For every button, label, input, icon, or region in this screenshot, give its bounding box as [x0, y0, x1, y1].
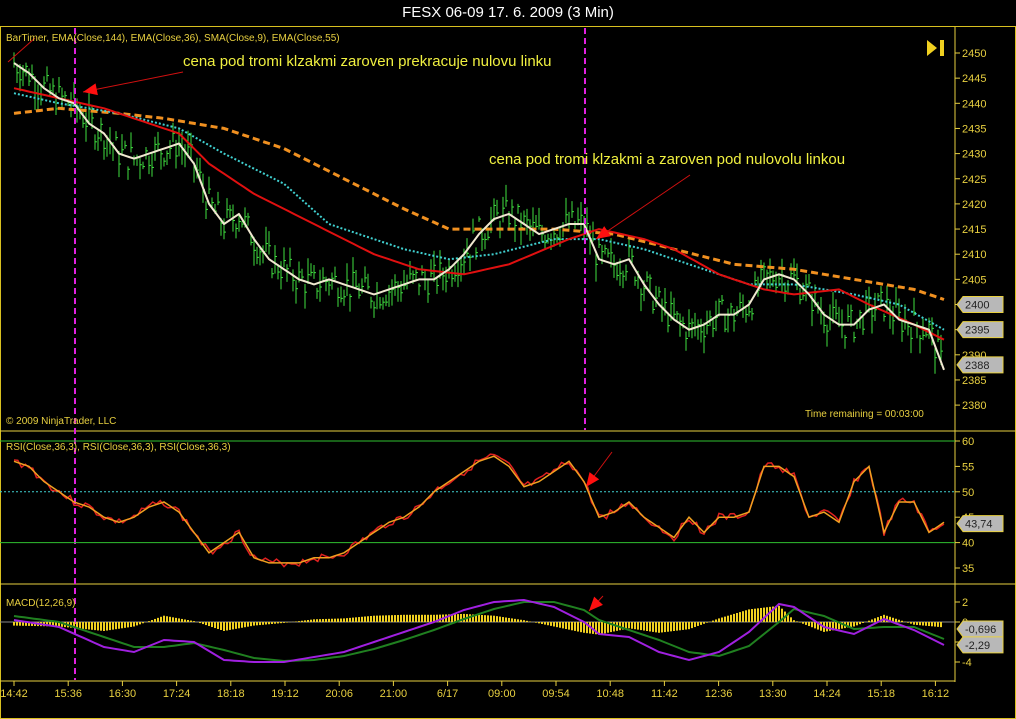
rsi-tick-label: 60	[962, 436, 974, 448]
time-remaining: Time remaining = 00:03:00	[805, 409, 924, 420]
price-tick-label: 2425	[962, 174, 986, 186]
ema36-line	[13, 87, 945, 341]
time-tick-label: 16:12	[922, 688, 950, 700]
rsi-value-tag-text: 43,74	[965, 519, 993, 531]
annotation-2: cena pod tromi klzakmi a zaroven pod nul…	[489, 151, 846, 168]
price-tick-label: 2435	[962, 123, 986, 135]
macd-tick-label: -4	[962, 657, 972, 669]
macd-value-tag: -0,696	[956, 620, 1004, 638]
rsi-tick-label: 35	[962, 563, 974, 575]
time-tick-label: 20:06	[325, 688, 353, 700]
price-tag-text: 2395	[965, 325, 989, 337]
price-tick-label: 2385	[962, 375, 986, 387]
time-tick-label: 18:18	[217, 688, 245, 700]
price-indicators-label: BarTimer, EMA(Close,144), EMA(Close,36),…	[6, 33, 340, 44]
chart-canvas[interactable]: 2380238523902395240024052410241524202425…	[0, 0, 1016, 719]
time-tick-label: 10:48	[596, 688, 624, 700]
time-tick-label: 09:00	[488, 688, 516, 700]
annotation-arrow-line	[595, 174, 691, 240]
macd-label: MACD(12,26,9)	[6, 598, 76, 609]
time-tick-label: 15:18	[867, 688, 895, 700]
time-tick-label: 14:24	[813, 688, 841, 700]
price-tick-label: 2440	[962, 98, 986, 110]
price-tick-label: 2410	[962, 249, 986, 261]
price-tag: 2388	[956, 356, 1004, 374]
macd-value-tag-text: -0,696	[965, 624, 996, 636]
annotation-arrow-line	[82, 71, 184, 93]
time-tick-label: 14:42	[0, 688, 28, 700]
annotation-arrow	[83, 83, 98, 96]
price-tag-text: 2388	[965, 360, 989, 372]
price-tick-label: 2420	[962, 199, 986, 211]
time-tick-label: 12:36	[705, 688, 733, 700]
play-icon[interactable]	[925, 38, 947, 58]
macd-signal-line	[13, 601, 945, 663]
time-tick-label: 11:42	[651, 688, 678, 700]
time-tick-label: 6/17	[437, 688, 458, 700]
macd-tick-label: 2	[962, 597, 968, 609]
price-tick-label: 2450	[962, 48, 986, 60]
price-tick-label: 2430	[962, 149, 986, 161]
rsi-label: RSI(Close,36,3), RSI(Close,36,3), RSI(Cl…	[6, 442, 231, 453]
copyright-text: © 2009 NinjaTrader, LLC	[6, 416, 117, 427]
time-tick-label: 19:12	[271, 688, 299, 700]
annotation-1: cena pod tromi klzakmi zaroven prekracuj…	[183, 53, 552, 70]
macd-value-tag-text: -2,29	[965, 640, 990, 652]
price-tag-text: 2400	[965, 300, 989, 312]
price-tag: 2395	[956, 321, 1004, 339]
rsi-tick-label: 40	[962, 538, 974, 550]
price-tick-label: 2380	[962, 400, 986, 412]
time-tick-label: 16:30	[109, 688, 137, 700]
rsi-value-tag: 43,74	[956, 515, 1004, 533]
rsi-arrow	[586, 472, 600, 487]
rsi-line	[13, 453, 945, 568]
time-tick-label: 13:30	[759, 688, 787, 700]
time-tick-label: 09:54	[542, 688, 570, 700]
price-tag: 2400	[956, 296, 1004, 313]
rsi-tick-label: 55	[962, 461, 974, 473]
macd-value-tag: -2,29	[956, 636, 1004, 654]
price-tick-label: 2445	[962, 73, 986, 85]
time-tick-label: 17:24	[163, 688, 191, 700]
rsi-tick-label: 50	[962, 487, 974, 499]
macd-line	[13, 598, 945, 663]
time-tick-label: 21:00	[380, 688, 408, 700]
price-tick-label: 2415	[962, 224, 986, 236]
time-tick-label: 15:36	[54, 688, 82, 700]
price-tick-label: 2405	[962, 274, 986, 286]
